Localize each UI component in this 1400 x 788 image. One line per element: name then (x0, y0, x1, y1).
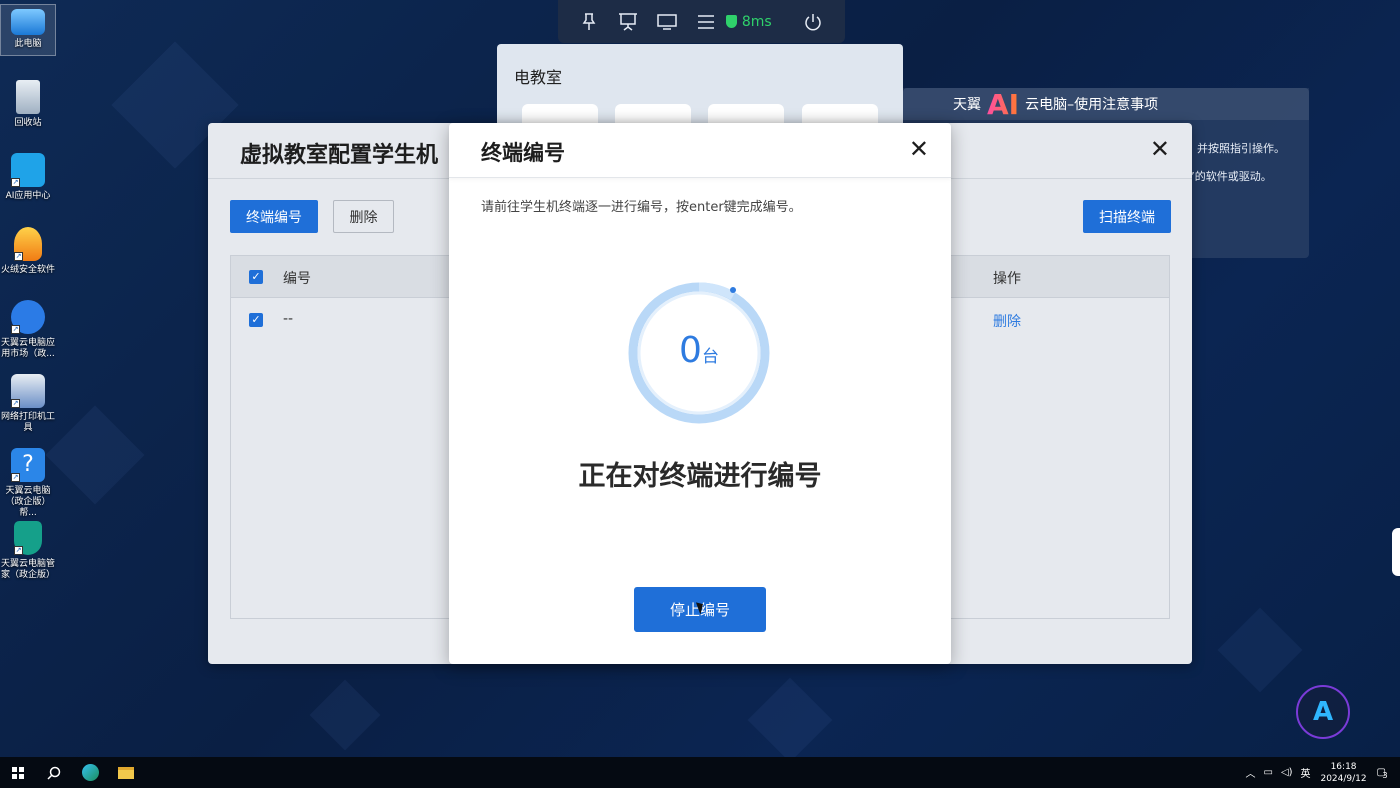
terminal-number-modal: 终端编号 ✕ 请前往学生机终端逐一进行编号，按enter键完成编号。 0台 正在… (449, 123, 951, 664)
desktop-icon-recycle-bin[interactable]: 回收站 (0, 80, 56, 129)
close-icon[interactable]: ✕ (909, 135, 929, 163)
column-header-id: 编号 (283, 271, 311, 287)
desktop-icon-ai-center[interactable]: ↗ AI应用中心 (0, 153, 56, 202)
top-toolbar: 8ms (558, 0, 845, 43)
assistant-logo-icon[interactable]: A (1296, 685, 1350, 739)
network-icon[interactable]: ▭ (1264, 767, 1273, 778)
desktop-icon-printer-tool[interactable]: ↗ 网络打印机工具 (0, 374, 56, 434)
side-panel-tab[interactable] (1392, 528, 1400, 576)
modal-hint: 请前往学生机终端逐一进行编号，按enter键完成编号。 (481, 200, 802, 215)
progress-ring: 0台 (626, 280, 772, 426)
row-id: -- (283, 311, 294, 327)
taskbar: ︿ ▭ ◁) 英 16:18 2024/9/12 ▢ 3 (0, 757, 1400, 788)
help-icon: ? ↗ (11, 448, 45, 482)
ai-logo: AI (987, 87, 1020, 121)
windows-icon (12, 766, 24, 779)
app-market-icon: ↗ (11, 300, 45, 334)
select-all-checkbox[interactable]: ✓ (249, 270, 263, 284)
desktop-icon-manager[interactable]: ↗ 天翼云电脑管家（政企版） (0, 521, 56, 581)
ai-notice-header: 天翼 AI 云电脑–使用注意事项 (903, 87, 1309, 121)
ai-notice-line: ”的软件或驱动。 (1189, 170, 1272, 183)
desktop-icon-app-market[interactable]: ↗ 天翼云电脑应用市场（政... (0, 300, 56, 360)
modal-title: 终端编号 (481, 141, 565, 165)
column-header-action: 操作 (993, 271, 1021, 287)
notification-icon[interactable]: ▢ 3 (1377, 767, 1388, 780)
eclass-title: 电教室 (514, 68, 563, 87)
presentation-icon[interactable] (609, 0, 648, 43)
pin-icon[interactable] (570, 0, 609, 43)
start-button[interactable] (0, 757, 36, 788)
desktop-icon-help[interactable]: ? ↗ 天翼云电脑（政企版）帮... (0, 448, 56, 519)
latency-indicator: 8ms (725, 13, 786, 30)
system-tray: ︿ ▭ ◁) 英 16:18 2024/9/12 ▢ 3 (1246, 757, 1400, 788)
power-icon[interactable] (794, 0, 833, 43)
status-text: 正在对终端进行编号 (578, 461, 822, 492)
file-explorer-icon[interactable] (108, 757, 144, 788)
count-value: 0 (679, 330, 702, 371)
config-window-title: 虚拟教室配置学生机 (240, 143, 439, 168)
ime-indicator[interactable]: 英 (1301, 765, 1311, 780)
close-icon[interactable]: ✕ (1150, 135, 1170, 163)
desktop-icon-huorong[interactable]: ↗ 火绒安全软件 (0, 227, 56, 276)
volume-icon[interactable]: ◁) (1281, 767, 1293, 778)
ai-app-center-icon: ↗ (11, 153, 45, 187)
desktop-icon-this-pc[interactable]: 此电脑 (0, 4, 56, 56)
shield-icon: ↗ (14, 521, 42, 555)
terminal-count: 0台 (626, 330, 772, 371)
ai-notice-line: 并按照指引操作。 (1197, 142, 1285, 155)
eclass-panel: 电教室 (497, 44, 903, 144)
terminal-number-button[interactable]: 终端编号 (230, 200, 318, 233)
clock-time: 16:18 (1330, 761, 1357, 772)
delete-button[interactable]: 删除 (333, 200, 394, 233)
notification-count: 3 (1382, 771, 1388, 780)
menu-icon[interactable] (687, 0, 726, 43)
clock-date: 2024/9/12 (1320, 773, 1367, 784)
edge-browser-icon[interactable] (72, 757, 108, 788)
chevron-up-icon[interactable]: ︿ (1246, 765, 1256, 780)
clock[interactable]: 16:18 2024/9/12 (1319, 761, 1369, 785)
row-delete-link[interactable]: 删除 (993, 311, 1021, 331)
count-unit: 台 (701, 347, 719, 367)
flame-icon: ↗ (14, 227, 42, 261)
scan-terminal-button[interactable]: 扫描终端 (1083, 200, 1171, 233)
search-icon[interactable] (36, 757, 72, 788)
printer-icon: ↗ (11, 374, 45, 408)
monitor-icon[interactable] (648, 0, 687, 43)
shield-icon (725, 15, 737, 28)
recycle-bin-icon (16, 80, 40, 114)
computer-icon (11, 9, 45, 35)
latency-value: 8ms (741, 13, 772, 30)
row-checkbox[interactable]: ✓ (249, 313, 263, 327)
modal-header: 终端编号 ✕ (449, 123, 951, 178)
